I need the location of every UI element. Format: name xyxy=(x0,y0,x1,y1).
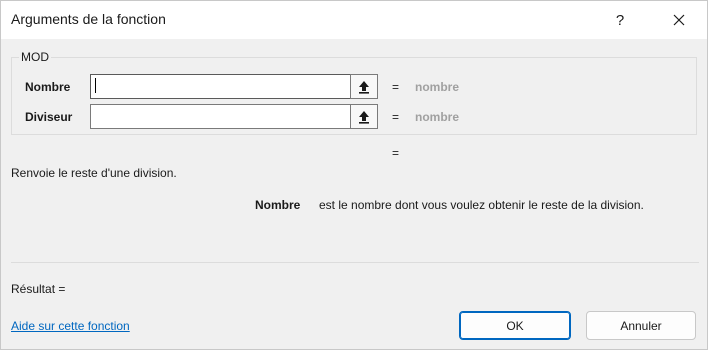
argument-label-nombre: Nombre xyxy=(25,80,71,94)
collapse-dialog-icon xyxy=(359,80,369,94)
diviseur-value-hint: nombre xyxy=(415,110,460,124)
ok-button[interactable]: OK xyxy=(459,311,571,340)
argument-label-diviseur: Diviseur xyxy=(25,110,73,124)
title-bar: Arguments de la fonction ? xyxy=(1,1,707,39)
collapse-dialog-icon xyxy=(359,110,369,124)
formula-result-equals: = xyxy=(392,146,400,160)
diviseur-collapse-button[interactable] xyxy=(350,104,378,129)
nombre-equals: = xyxy=(392,80,400,94)
argument-help-text: est le nombre dont vous voulez obtenir l… xyxy=(319,198,644,212)
argument-help-name: Nombre xyxy=(255,198,301,212)
close-icon xyxy=(673,14,685,26)
function-arguments-dialog: Arguments de la fonction ? MOD Nombre = … xyxy=(0,0,708,350)
text-caret xyxy=(95,78,96,93)
close-button[interactable] xyxy=(656,1,702,39)
function-description: Renvoie le reste d'une division. xyxy=(11,166,177,180)
nombre-value-hint: nombre xyxy=(415,80,460,94)
separator xyxy=(11,262,699,263)
help-button[interactable]: ? xyxy=(597,1,643,39)
dialog-title: Arguments de la fonction xyxy=(11,11,166,27)
diviseur-input[interactable] xyxy=(90,104,350,129)
function-help-link[interactable]: Aide sur cette fonction xyxy=(11,319,130,333)
result-label: Résultat = xyxy=(11,282,66,296)
question-mark-icon: ? xyxy=(615,11,625,29)
function-name: MOD xyxy=(19,50,51,64)
nombre-collapse-button[interactable] xyxy=(350,74,378,99)
cancel-button[interactable]: Annuler xyxy=(586,311,696,340)
diviseur-equals: = xyxy=(392,110,400,124)
nombre-input[interactable] xyxy=(90,74,350,99)
